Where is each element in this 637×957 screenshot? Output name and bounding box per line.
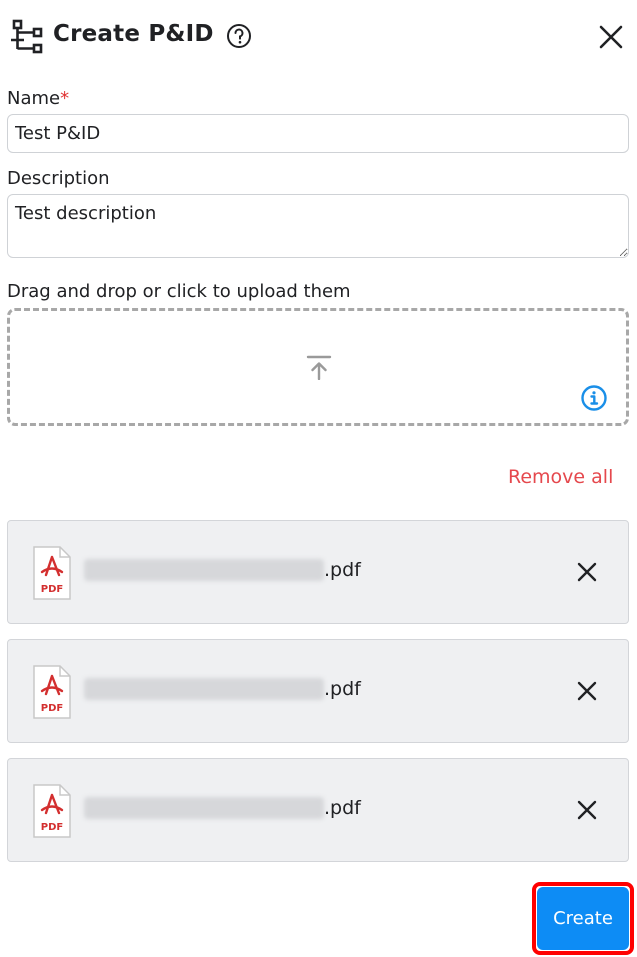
remove-all-button[interactable]: Remove all [508, 466, 613, 488]
remove-file-button[interactable] [576, 680, 598, 702]
file-card: PDF .pdf [7, 639, 629, 743]
file-extension: .pdf [324, 797, 361, 819]
svg-text:PDF: PDF [41, 584, 63, 595]
name-label: Name* [7, 88, 70, 109]
pdf-icon: PDF [33, 784, 71, 838]
redacted-filename [84, 559, 324, 581]
hierarchy-icon [11, 19, 43, 54]
required-marker: * [60, 88, 70, 109]
svg-text:PDF: PDF [41, 703, 63, 714]
file-extension: .pdf [324, 559, 361, 581]
upload-label: Drag and drop or click to upload them [7, 281, 351, 302]
create-button[interactable]: Create [537, 887, 629, 950]
file-card: PDF .pdf [7, 758, 629, 862]
remove-file-button[interactable] [576, 799, 598, 821]
info-icon[interactable] [580, 384, 608, 412]
description-label: Description [7, 168, 110, 189]
pdf-icon: PDF [33, 546, 71, 600]
remove-file-button[interactable] [576, 561, 598, 583]
dialog-title: Create P&ID [53, 21, 214, 47]
dialog-header: Create P&ID [10, 18, 630, 56]
svg-text:PDF: PDF [41, 822, 63, 833]
close-icon[interactable] [598, 24, 624, 50]
upload-icon [306, 355, 332, 380]
description-textarea[interactable]: Test description [7, 194, 629, 258]
file-dropzone[interactable] [7, 308, 629, 426]
help-circle-icon[interactable] [226, 23, 252, 49]
redacted-filename [84, 797, 324, 819]
name-input[interactable] [7, 114, 629, 153]
file-extension: .pdf [324, 678, 361, 700]
file-card: PDF .pdf [7, 520, 629, 624]
redacted-filename [84, 678, 324, 700]
pdf-icon: PDF [33, 665, 71, 719]
